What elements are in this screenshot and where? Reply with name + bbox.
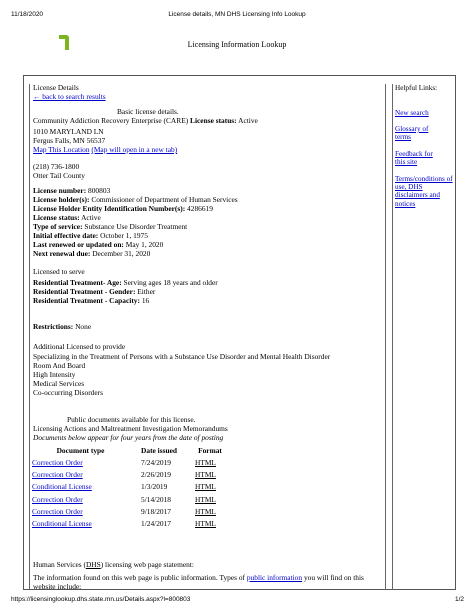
licensed-to-serve-heading: Licensed to serve <box>33 267 85 276</box>
documents-note: Documents below appear for four years fr… <box>33 433 224 442</box>
column-header-date: Date issued <box>141 445 177 455</box>
print-page-title: License details, MN DHS Licensing Info L… <box>168 11 306 18</box>
document-type-link[interactable]: Correction Order <box>32 507 83 516</box>
table-row: Correction Order 2/26/2019 HTML <box>32 469 231 481</box>
statement-line: The information found on this web page i… <box>33 573 364 582</box>
date-issued: 2/26/2019 <box>141 470 171 480</box>
public-information-link[interactable]: public information <box>247 573 302 582</box>
feedback-link[interactable]: Feedback for this site <box>395 150 433 166</box>
date-issued: 1/24/2017 <box>141 518 171 528</box>
document-type-link[interactable]: Correction Order <box>32 470 83 479</box>
additional-heading: Additional Licensed to provide <box>33 342 126 351</box>
format-link[interactable]: HTML <box>195 507 216 516</box>
date-issued: 9/18/2017 <box>141 506 171 516</box>
table-row: Correction Order 9/18/2017 HTML <box>32 506 231 518</box>
date-issued: 1/3/2019 <box>141 482 168 492</box>
format-link[interactable]: HTML <box>195 482 216 492</box>
statement-heading: Human Services (DHS) licensing web page … <box>33 560 194 569</box>
document-type-link[interactable]: Correction Order <box>32 458 83 467</box>
table-row: Correction Order 7/24/2019 HTML <box>32 457 231 469</box>
terms-link[interactable]: Terms/conditions of use, DHS disclaimers… <box>395 175 453 208</box>
documents-table: Document type Date issued Format Correct… <box>32 445 231 530</box>
status-value: Active <box>238 116 258 125</box>
field-row: Next renewal due: December 31, 2020 <box>33 249 151 258</box>
document-type-link[interactable]: Conditional License <box>32 482 92 492</box>
date-issued: 5/14/2018 <box>141 494 171 504</box>
map-line: Map This Location (Map will open in a ne… <box>33 145 177 155</box>
column-header-format: Format <box>198 445 222 455</box>
table-row: Conditional License 1/24/2017 HTML <box>32 518 231 530</box>
serve-row: Residential Treatment - Capacity: 16 <box>33 296 150 305</box>
dhs-abbr: DHS <box>85 560 101 569</box>
table-row: Conditional License 1/3/2019 HTML <box>32 482 231 494</box>
restrictions-row: Restrictions: None <box>33 322 92 331</box>
document-type-link[interactable]: Conditional License <box>32 519 92 528</box>
sidebar-title: Helpful Links: <box>395 84 438 92</box>
license-details-panel: License Details ← back to search results… <box>29 83 386 591</box>
back-to-results-link[interactable]: ← back to search results <box>33 92 106 102</box>
statement-line: website include: <box>33 582 82 591</box>
print-url: https://licensinglookup.dhs.state.mn.us/… <box>11 596 191 603</box>
table-row: Correction Order 5/14/2018 HTML <box>32 494 231 506</box>
site-title: Licensing Information Lookup <box>187 40 287 49</box>
glossary-link[interactable]: Glossary of terms <box>395 125 428 141</box>
program-line: Community Addiction Recovery Enterprise … <box>33 116 258 126</box>
format-link[interactable]: HTML <box>195 470 216 479</box>
format-link[interactable]: HTML <box>195 495 216 504</box>
map-location-link[interactable]: Map This Location <box>33 145 90 154</box>
date-issued: 7/24/2019 <box>141 458 171 468</box>
print-page-number: 1/2 <box>454 596 464 603</box>
column-header-type: Document type <box>56 445 105 455</box>
document-type-link[interactable]: Correction Order <box>32 495 83 504</box>
helpful-links-sidebar: Helpful Links: New search Glossary of te… <box>392 84 457 590</box>
table-header-row: Document type Date issued Format <box>32 445 231 457</box>
program-name: Community Addiction Recovery Enterprise … <box>33 116 189 125</box>
format-link[interactable]: HTML <box>195 519 216 528</box>
list-item: Co-occurring Disorders <box>33 388 103 397</box>
county: Otter Tail County <box>33 171 85 180</box>
map-new-tab-note[interactable]: (Map will open in a new tab) <box>91 145 177 154</box>
new-search-link[interactable]: New search <box>395 109 429 117</box>
format-link[interactable]: HTML <box>195 458 216 467</box>
status-label: License status: <box>190 116 237 125</box>
